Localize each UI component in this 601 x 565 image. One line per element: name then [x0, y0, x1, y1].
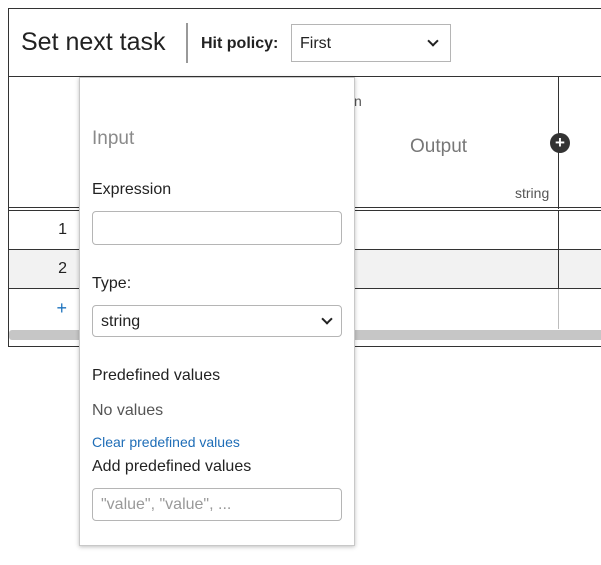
table-header: Set next task Hit policy: First — [9, 9, 601, 77]
add-predefined-values-label: Add predefined values — [92, 458, 252, 475]
row-number: 1 — [58, 221, 67, 238]
chevron-down-icon — [321, 313, 333, 325]
add-output-column-button[interactable]: + — [550, 133, 570, 153]
type-value: string — [101, 313, 141, 330]
predefined-values-label: Predefined values — [92, 367, 221, 384]
clear-predefined-values-link[interactable]: Clear predefined values — [92, 434, 240, 450]
row-divider — [558, 289, 559, 329]
popup-title: Input — [92, 128, 135, 149]
row-divider — [558, 211, 559, 250]
table-title[interactable]: Set next task — [21, 28, 166, 57]
no-values-text: No values — [92, 402, 164, 419]
add-row-button[interactable]: + — [9, 298, 71, 319]
stage: Set next task Hit policy: First n Output… — [0, 0, 601, 565]
hit-policy-select[interactable]: First — [291, 24, 451, 62]
type-select[interactable]: string — [92, 305, 342, 337]
expression-input[interactable] — [92, 211, 342, 245]
chevron-down-icon — [427, 35, 439, 47]
row-number: 2 — [58, 260, 67, 277]
output-column-type: string — [515, 185, 550, 201]
hit-policy-label: Hit policy: — [201, 35, 279, 52]
row-divider — [558, 250, 559, 289]
type-label: Type: — [92, 275, 132, 292]
input-editor-popup: Input Expression Type: string Predefined… — [79, 77, 355, 546]
expression-label: Expression — [92, 181, 172, 198]
title-divider — [186, 23, 188, 63]
add-predefined-values-input[interactable] — [92, 488, 342, 521]
hit-policy-value: First — [300, 35, 332, 52]
output-column-label[interactable]: Output — [410, 136, 467, 158]
input-column-label: n — [354, 93, 362, 109]
